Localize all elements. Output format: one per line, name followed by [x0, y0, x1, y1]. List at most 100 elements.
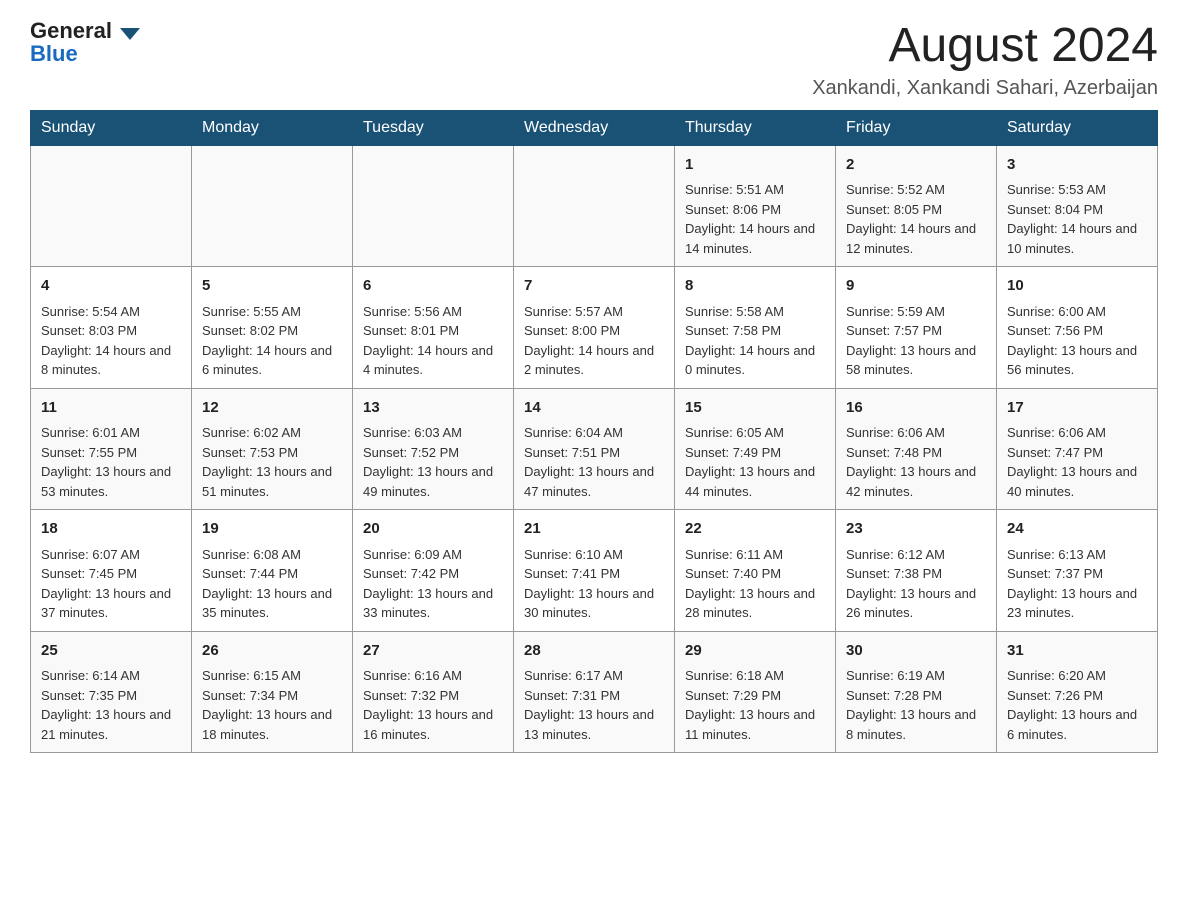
day-number: 20 [363, 518, 503, 541]
day-number: 5 [202, 275, 342, 298]
day-number: 4 [41, 275, 181, 298]
daylight-text: Daylight: 13 hours and 11 minutes. [685, 705, 825, 744]
day-number: 14 [524, 397, 664, 420]
sunset-text: Sunset: 7:45 PM [41, 564, 181, 584]
sunrise-text: Sunrise: 6:07 AM [41, 545, 181, 565]
day-number: 27 [363, 640, 503, 663]
day-number: 16 [846, 397, 986, 420]
day-number: 13 [363, 397, 503, 420]
calendar-cell: 23Sunrise: 6:12 AMSunset: 7:38 PMDayligh… [836, 510, 997, 632]
sunrise-text: Sunrise: 5:54 AM [41, 302, 181, 322]
daylight-text: Daylight: 13 hours and 44 minutes. [685, 462, 825, 501]
weekday-header-friday: Friday [836, 110, 997, 145]
sunrise-text: Sunrise: 6:13 AM [1007, 545, 1147, 565]
weekday-header-thursday: Thursday [675, 110, 836, 145]
daylight-text: Daylight: 13 hours and 35 minutes. [202, 584, 342, 623]
day-number: 25 [41, 640, 181, 663]
daylight-text: Daylight: 13 hours and 16 minutes. [363, 705, 503, 744]
day-number: 9 [846, 275, 986, 298]
daylight-text: Daylight: 14 hours and 10 minutes. [1007, 219, 1147, 258]
daylight-text: Daylight: 13 hours and 21 minutes. [41, 705, 181, 744]
logo: General Blue [30, 20, 140, 66]
calendar-cell: 10Sunrise: 6:00 AMSunset: 7:56 PMDayligh… [997, 267, 1158, 389]
month-year-title: August 2024 [812, 20, 1158, 73]
logo-arrow-icon [120, 28, 140, 40]
calendar-cell: 11Sunrise: 6:01 AMSunset: 7:55 PMDayligh… [31, 388, 192, 510]
daylight-text: Daylight: 13 hours and 26 minutes. [846, 584, 986, 623]
daylight-text: Daylight: 13 hours and 37 minutes. [41, 584, 181, 623]
daylight-text: Daylight: 13 hours and 47 minutes. [524, 462, 664, 501]
sunset-text: Sunset: 7:47 PM [1007, 443, 1147, 463]
calendar-cell: 17Sunrise: 6:06 AMSunset: 7:47 PMDayligh… [997, 388, 1158, 510]
day-number: 3 [1007, 154, 1147, 177]
sunset-text: Sunset: 7:57 PM [846, 321, 986, 341]
calendar-cell: 27Sunrise: 6:16 AMSunset: 7:32 PMDayligh… [353, 631, 514, 753]
weekday-header-wednesday: Wednesday [514, 110, 675, 145]
sunrise-text: Sunrise: 6:06 AM [1007, 423, 1147, 443]
sunset-text: Sunset: 7:44 PM [202, 564, 342, 584]
daylight-text: Daylight: 14 hours and 14 minutes. [685, 219, 825, 258]
sunset-text: Sunset: 7:52 PM [363, 443, 503, 463]
sunrise-text: Sunrise: 6:18 AM [685, 666, 825, 686]
calendar-week-row: 4Sunrise: 5:54 AMSunset: 8:03 PMDaylight… [31, 267, 1158, 389]
calendar-cell: 24Sunrise: 6:13 AMSunset: 7:37 PMDayligh… [997, 510, 1158, 632]
calendar-cell: 1Sunrise: 5:51 AMSunset: 8:06 PMDaylight… [675, 145, 836, 267]
calendar-week-row: 25Sunrise: 6:14 AMSunset: 7:35 PMDayligh… [31, 631, 1158, 753]
sunrise-text: Sunrise: 6:01 AM [41, 423, 181, 443]
sunrise-text: Sunrise: 6:08 AM [202, 545, 342, 565]
calendar-cell: 22Sunrise: 6:11 AMSunset: 7:40 PMDayligh… [675, 510, 836, 632]
day-number: 21 [524, 518, 664, 541]
calendar-cell: 3Sunrise: 5:53 AMSunset: 8:04 PMDaylight… [997, 145, 1158, 267]
day-number: 2 [846, 154, 986, 177]
daylight-text: Daylight: 13 hours and 53 minutes. [41, 462, 181, 501]
sunrise-text: Sunrise: 5:53 AM [1007, 180, 1147, 200]
day-number: 7 [524, 275, 664, 298]
daylight-text: Daylight: 14 hours and 4 minutes. [363, 341, 503, 380]
daylight-text: Daylight: 14 hours and 6 minutes. [202, 341, 342, 380]
logo-blue-text: Blue [30, 41, 78, 66]
daylight-text: Daylight: 14 hours and 0 minutes. [685, 341, 825, 380]
weekday-header-saturday: Saturday [997, 110, 1158, 145]
daylight-text: Daylight: 13 hours and 33 minutes. [363, 584, 503, 623]
daylight-text: Daylight: 13 hours and 40 minutes. [1007, 462, 1147, 501]
calendar-cell [192, 145, 353, 267]
day-number: 28 [524, 640, 664, 663]
calendar-cell: 19 Sunrise: 6:08 AMSunset: 7:44 PMDayligh… [192, 510, 353, 632]
daylight-text: Daylight: 13 hours and 56 minutes. [1007, 341, 1147, 380]
calendar-cell: 4Sunrise: 5:54 AMSunset: 8:03 PMDaylight… [31, 267, 192, 389]
calendar-cell: 14Sunrise: 6:04 AMSunset: 7:51 PMDayligh… [514, 388, 675, 510]
sunset-text: Sunset: 7:56 PM [1007, 321, 1147, 341]
sunrise-text: Sunrise: 5:52 AM [846, 180, 986, 200]
sunset-text: Sunset: 7:38 PM [846, 564, 986, 584]
sunset-text: Sunset: 7:49 PM [685, 443, 825, 463]
calendar-cell: 13Sunrise: 6:03 AMSunset: 7:52 PMDayligh… [353, 388, 514, 510]
calendar-cell: 26Sunrise: 6:15 AMSunset: 7:34 PMDayligh… [192, 631, 353, 753]
sunset-text: Sunset: 8:00 PM [524, 321, 664, 341]
calendar-week-row: 18Sunrise: 6:07 AMSunset: 7:45 PMDayligh… [31, 510, 1158, 632]
day-number: 31 [1007, 640, 1147, 663]
sunset-text: Sunset: 8:05 PM [846, 200, 986, 220]
day-number: 8 [685, 275, 825, 298]
sunrise-text: Sunrise: 5:57 AM [524, 302, 664, 322]
daylight-text: Daylight: 13 hours and 18 minutes. [202, 705, 342, 744]
day-number: 6 [363, 275, 503, 298]
sunrise-text: Sunrise: 6:14 AM [41, 666, 181, 686]
day-number: 29 [685, 640, 825, 663]
daylight-text: Daylight: 14 hours and 8 minutes. [41, 341, 181, 380]
daylight-text: Daylight: 13 hours and 51 minutes. [202, 462, 342, 501]
sunrise-text: Sunrise: 6:04 AM [524, 423, 664, 443]
calendar-cell: 2Sunrise: 5:52 AMSunset: 8:05 PMDaylight… [836, 145, 997, 267]
daylight-text: Daylight: 13 hours and 30 minutes. [524, 584, 664, 623]
day-number: 23 [846, 518, 986, 541]
weekday-header-monday: Monday [192, 110, 353, 145]
calendar-cell [514, 145, 675, 267]
sunrise-text: Sunrise: 5:56 AM [363, 302, 503, 322]
sunset-text: Sunset: 7:58 PM [685, 321, 825, 341]
sunrise-text: Sunrise: 6:05 AM [685, 423, 825, 443]
calendar-cell: 9Sunrise: 5:59 AMSunset: 7:57 PMDaylight… [836, 267, 997, 389]
calendar-cell: 8Sunrise: 5:58 AMSunset: 7:58 PMDaylight… [675, 267, 836, 389]
day-number: 19 [202, 518, 342, 541]
logo-general-row: General [30, 20, 140, 43]
sunset-text: Sunset: 8:02 PM [202, 321, 342, 341]
calendar-cell: 12Sunrise: 6:02 AMSunset: 7:53 PMDayligh… [192, 388, 353, 510]
